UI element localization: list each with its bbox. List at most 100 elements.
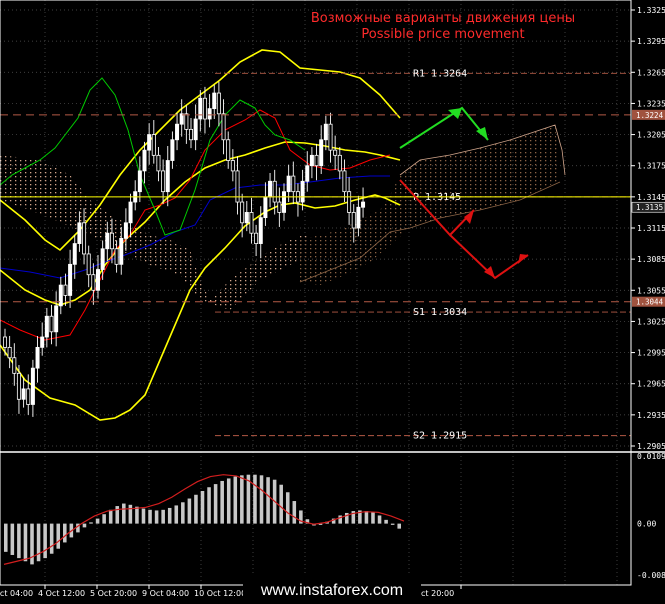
candle-body: [72, 243, 77, 265]
pivot-label: S1 1.3034: [413, 307, 467, 318]
macd-bar: [240, 475, 244, 524]
macd-bar: [371, 512, 375, 524]
candle-body: [230, 160, 235, 172]
candle-body: [96, 269, 101, 291]
macd-bar: [285, 492, 290, 524]
candle-body: [323, 123, 328, 141]
candle-body: [277, 201, 282, 213]
candle-body: [156, 154, 161, 172]
candle-body: [226, 139, 231, 161]
macd-bar: [122, 503, 126, 524]
candle-body: [309, 154, 314, 167]
candle-body: [123, 222, 128, 239]
macd-bar: [364, 511, 369, 524]
candle-body: [128, 201, 133, 224]
macd-bar: [207, 487, 211, 524]
candle-body: [58, 284, 63, 307]
arrow-up-head: [448, 108, 462, 119]
macd-bar: [279, 484, 283, 524]
candle-body: [179, 113, 184, 125]
macd-bar: [167, 507, 172, 524]
candle-body: [305, 165, 310, 182]
candle-body: [328, 123, 333, 151]
candle-body: [40, 336, 45, 348]
price-tick-label: 1.3265: [637, 68, 665, 77]
macd-bar: [135, 506, 139, 524]
candle-body: [49, 315, 54, 333]
candle-body: [184, 113, 189, 130]
price-tick-label: 1.3085: [637, 255, 665, 264]
candle-body: [356, 206, 361, 229]
candle-body: [258, 217, 263, 244]
pivot-label: R1 1.3264: [413, 68, 467, 79]
candle-body: [188, 128, 193, 141]
candle-body: [361, 201, 366, 208]
candle-body: [207, 108, 212, 120]
macd-bar: [292, 501, 297, 524]
price-tick-label: 1.2965: [637, 380, 665, 389]
macd-bar: [220, 480, 224, 524]
candle-body: [91, 274, 96, 291]
macd-bar: [148, 509, 152, 524]
candle-body: [142, 149, 147, 172]
price-tick-label: 1.3025: [637, 317, 665, 326]
macd-bar: [36, 523, 41, 562]
candle-body: [351, 212, 356, 229]
macd-bar: [266, 477, 270, 524]
macd-bar: [390, 523, 395, 525]
candle-body: [109, 232, 114, 250]
macd-bar: [154, 510, 159, 524]
candle-body: [105, 232, 110, 250]
time-tick-label: 10 Oct 12:00: [194, 589, 246, 598]
candle-body: [286, 175, 291, 193]
candle-body: [268, 180, 273, 198]
macd-bar: [253, 474, 257, 524]
candle-body: [291, 175, 296, 193]
price-tick-label: 1.3145: [637, 193, 665, 202]
candle-body: [198, 97, 203, 120]
candle-body: [86, 253, 91, 276]
macd-bar: [17, 523, 21, 559]
candle-body: [137, 170, 142, 193]
macd-bar: [89, 522, 93, 524]
candle-body: [7, 346, 12, 359]
candle-body: [254, 232, 259, 244]
macd-bar: [10, 523, 15, 555]
candle-body: [63, 284, 68, 296]
chart-subtitle: Possible price movement: [361, 27, 524, 42]
current-price-tag: 1.3135: [636, 203, 663, 212]
arrow-down2-head: [518, 254, 528, 264]
watermark-text: www.instaforex.com: [260, 582, 403, 599]
price-tick-label: 1.2995: [637, 349, 665, 358]
candle-body: [44, 315, 49, 338]
macd-bar: [141, 508, 146, 524]
candle-body: [30, 367, 35, 405]
watermark: www.instaforex.com: [243, 575, 421, 603]
candle-body: [235, 170, 240, 203]
candle-body: [221, 113, 226, 141]
macd-bar: [233, 476, 238, 524]
candle-body: [175, 123, 180, 141]
price-tick-label: 1.3055: [637, 286, 665, 295]
macd-bar: [259, 475, 264, 524]
candle-body: [54, 305, 59, 333]
macd-bar: [63, 523, 67, 543]
macd-bar: [174, 505, 179, 524]
candle-body: [77, 222, 82, 244]
candle-body: [314, 154, 319, 167]
candle-body: [347, 191, 352, 213]
macd-bar: [226, 478, 231, 524]
candle-body: [333, 149, 338, 156]
macd-panel-frame: [0, 451, 632, 586]
price-tick-label: 1.3175: [637, 162, 665, 171]
macd-bar: [108, 509, 113, 524]
macd-bar: [102, 514, 106, 524]
candle-body: [281, 191, 286, 213]
price-tick-label: 1.3205: [637, 131, 665, 140]
price-tick-label: 1.3295: [637, 37, 665, 46]
candle-body: [272, 180, 277, 203]
candle-body: [319, 139, 324, 167]
candle-body: [114, 248, 119, 265]
macd-bar: [384, 519, 388, 524]
price-chart: R1 1.3264P 1.3145S1 1.3034S2 1.2915 1.33…: [0, 0, 665, 603]
